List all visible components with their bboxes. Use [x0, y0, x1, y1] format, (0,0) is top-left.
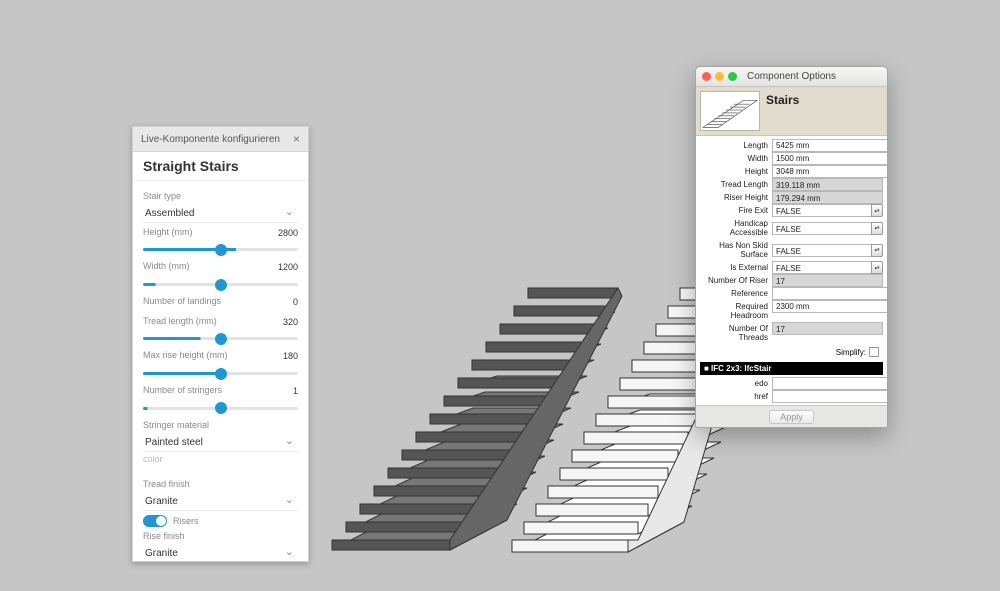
width-field[interactable] [772, 152, 887, 165]
external-select[interactable]: FALSE [772, 261, 871, 274]
num-threads-label: Number Of Threads [700, 322, 772, 344]
reference-label: Reference [700, 287, 772, 300]
riser-height-field: 179.294 mm [772, 191, 883, 204]
component-header: Stairs [696, 87, 887, 136]
apply-button[interactable]: Apply [769, 410, 814, 424]
tread-length-value: 320 [283, 317, 298, 327]
dropdown-icon[interactable]: ▴▾ [871, 244, 883, 257]
close-icon[interactable]: × [293, 132, 300, 146]
stairs-3d-viewport [322, 152, 752, 560]
simplify-label: Simplify: [836, 348, 866, 357]
height-label: Height (mm) [143, 227, 193, 239]
fire-exit-label: Fire Exit [700, 204, 772, 217]
num-threads-field: 17 [772, 322, 883, 335]
stringer-material-select[interactable] [143, 434, 298, 452]
dropdown-icon[interactable]: ▴▾ [871, 222, 883, 235]
dropdown-icon[interactable]: ▴▾ [871, 204, 883, 217]
width-label: Width [700, 152, 772, 165]
panel-body[interactable]: Stair type Height (mm) 2800 Width (mm) 120… [133, 181, 308, 561]
landings-label: Number of landings [143, 296, 221, 308]
stair-type-label: Stair type [143, 191, 298, 203]
reference-field[interactable] [772, 287, 887, 300]
height-label: Height [700, 165, 772, 178]
component-thumbnail [700, 91, 760, 131]
tread-finish-select[interactable] [143, 493, 298, 511]
ifc-header: ■ IFC 2x3: IfcStair [700, 362, 883, 375]
href-field[interactable] [772, 390, 887, 403]
nonskid-label: Has Non Skid Surface [700, 239, 772, 261]
window-titlebar[interactable]: Component Options [696, 67, 887, 87]
stair-type-select[interactable] [143, 205, 298, 223]
max-rise-slider[interactable] [143, 372, 298, 375]
color-label: color [143, 454, 298, 466]
width-value: 1200 [278, 262, 298, 272]
num-riser-field: 17 [772, 274, 883, 287]
tread-length-field: 319.118 mm [772, 178, 883, 191]
landings-value: 0 [293, 297, 298, 307]
height-field[interactable] [772, 165, 887, 178]
height-slider[interactable] [143, 248, 298, 251]
nonskid-select[interactable]: FALSE [772, 244, 871, 257]
external-label: Is External [700, 261, 772, 274]
headroom-field[interactable] [772, 300, 887, 313]
riser-height-label: Riser Height [700, 191, 772, 204]
window-title: Component Options [696, 71, 887, 82]
length-field[interactable] [772, 139, 887, 152]
panel-header-title: Live-Komponente konfigurieren [141, 134, 280, 145]
max-rise-value: 180 [283, 351, 298, 361]
window-footer: Apply [696, 405, 887, 427]
component-name: Stairs [766, 91, 799, 131]
stringers-slider[interactable] [143, 407, 298, 410]
simplify-checkbox[interactable] [869, 347, 879, 357]
handicap-label: Handicap Accessible [700, 217, 772, 239]
width-slider[interactable] [143, 283, 298, 286]
max-rise-label: Max rise height (mm) [143, 350, 228, 362]
tread-length-label: Tread length (mm) [143, 316, 217, 328]
rise-finish-label: Rise finish [143, 531, 298, 543]
edo-field[interactable] [772, 377, 887, 390]
component-title: Straight Stairs [133, 152, 308, 181]
edo-label: edo [700, 377, 772, 390]
dropdown-icon[interactable]: ▴▾ [871, 261, 883, 274]
stringers-label: Number of stringers [143, 385, 222, 397]
tread-finish-label: Tread finish [143, 479, 298, 491]
href-label: href [700, 390, 772, 403]
panel-header: Live-Komponente konfigurieren × [133, 127, 308, 152]
component-options-window: Component Options Stairs Length Width He… [695, 66, 888, 428]
properties-body[interactable]: Length Width Height Tread Length319.118 … [696, 136, 887, 405]
headroom-label: Required Headroom [700, 300, 772, 322]
fire-exit-select[interactable]: FALSE [772, 204, 871, 217]
tread-length-label: Tread Length [700, 178, 772, 191]
stringer-material-label: Stringer material [143, 420, 298, 432]
risers-toggle[interactable] [143, 515, 167, 527]
tread-length-slider[interactable] [143, 337, 298, 340]
num-riser-label: Number Of Riser [700, 274, 772, 287]
live-component-panel: Live-Komponente konfigurieren × Straight… [132, 126, 309, 562]
height-value: 2800 [278, 228, 298, 238]
width-label: Width (mm) [143, 261, 190, 273]
risers-label: Risers [173, 516, 199, 526]
stringers-value: 1 [293, 386, 298, 396]
length-label: Length [700, 139, 772, 152]
handicap-select[interactable]: FALSE [772, 222, 871, 235]
rise-finish-select[interactable] [143, 545, 298, 561]
